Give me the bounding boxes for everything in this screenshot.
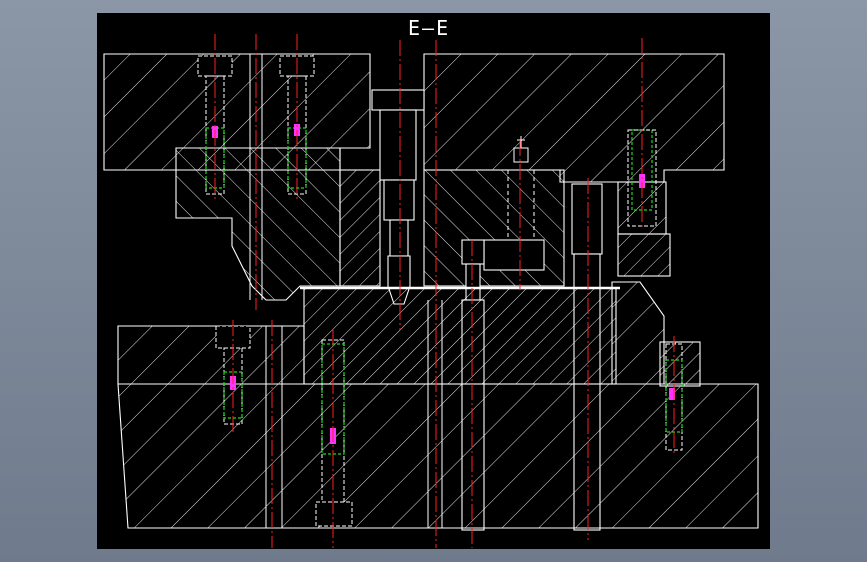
die-section-drawing (103, 34, 759, 548)
lower-die-plate (117, 287, 617, 385)
punch-holder-left (175, 147, 381, 301)
